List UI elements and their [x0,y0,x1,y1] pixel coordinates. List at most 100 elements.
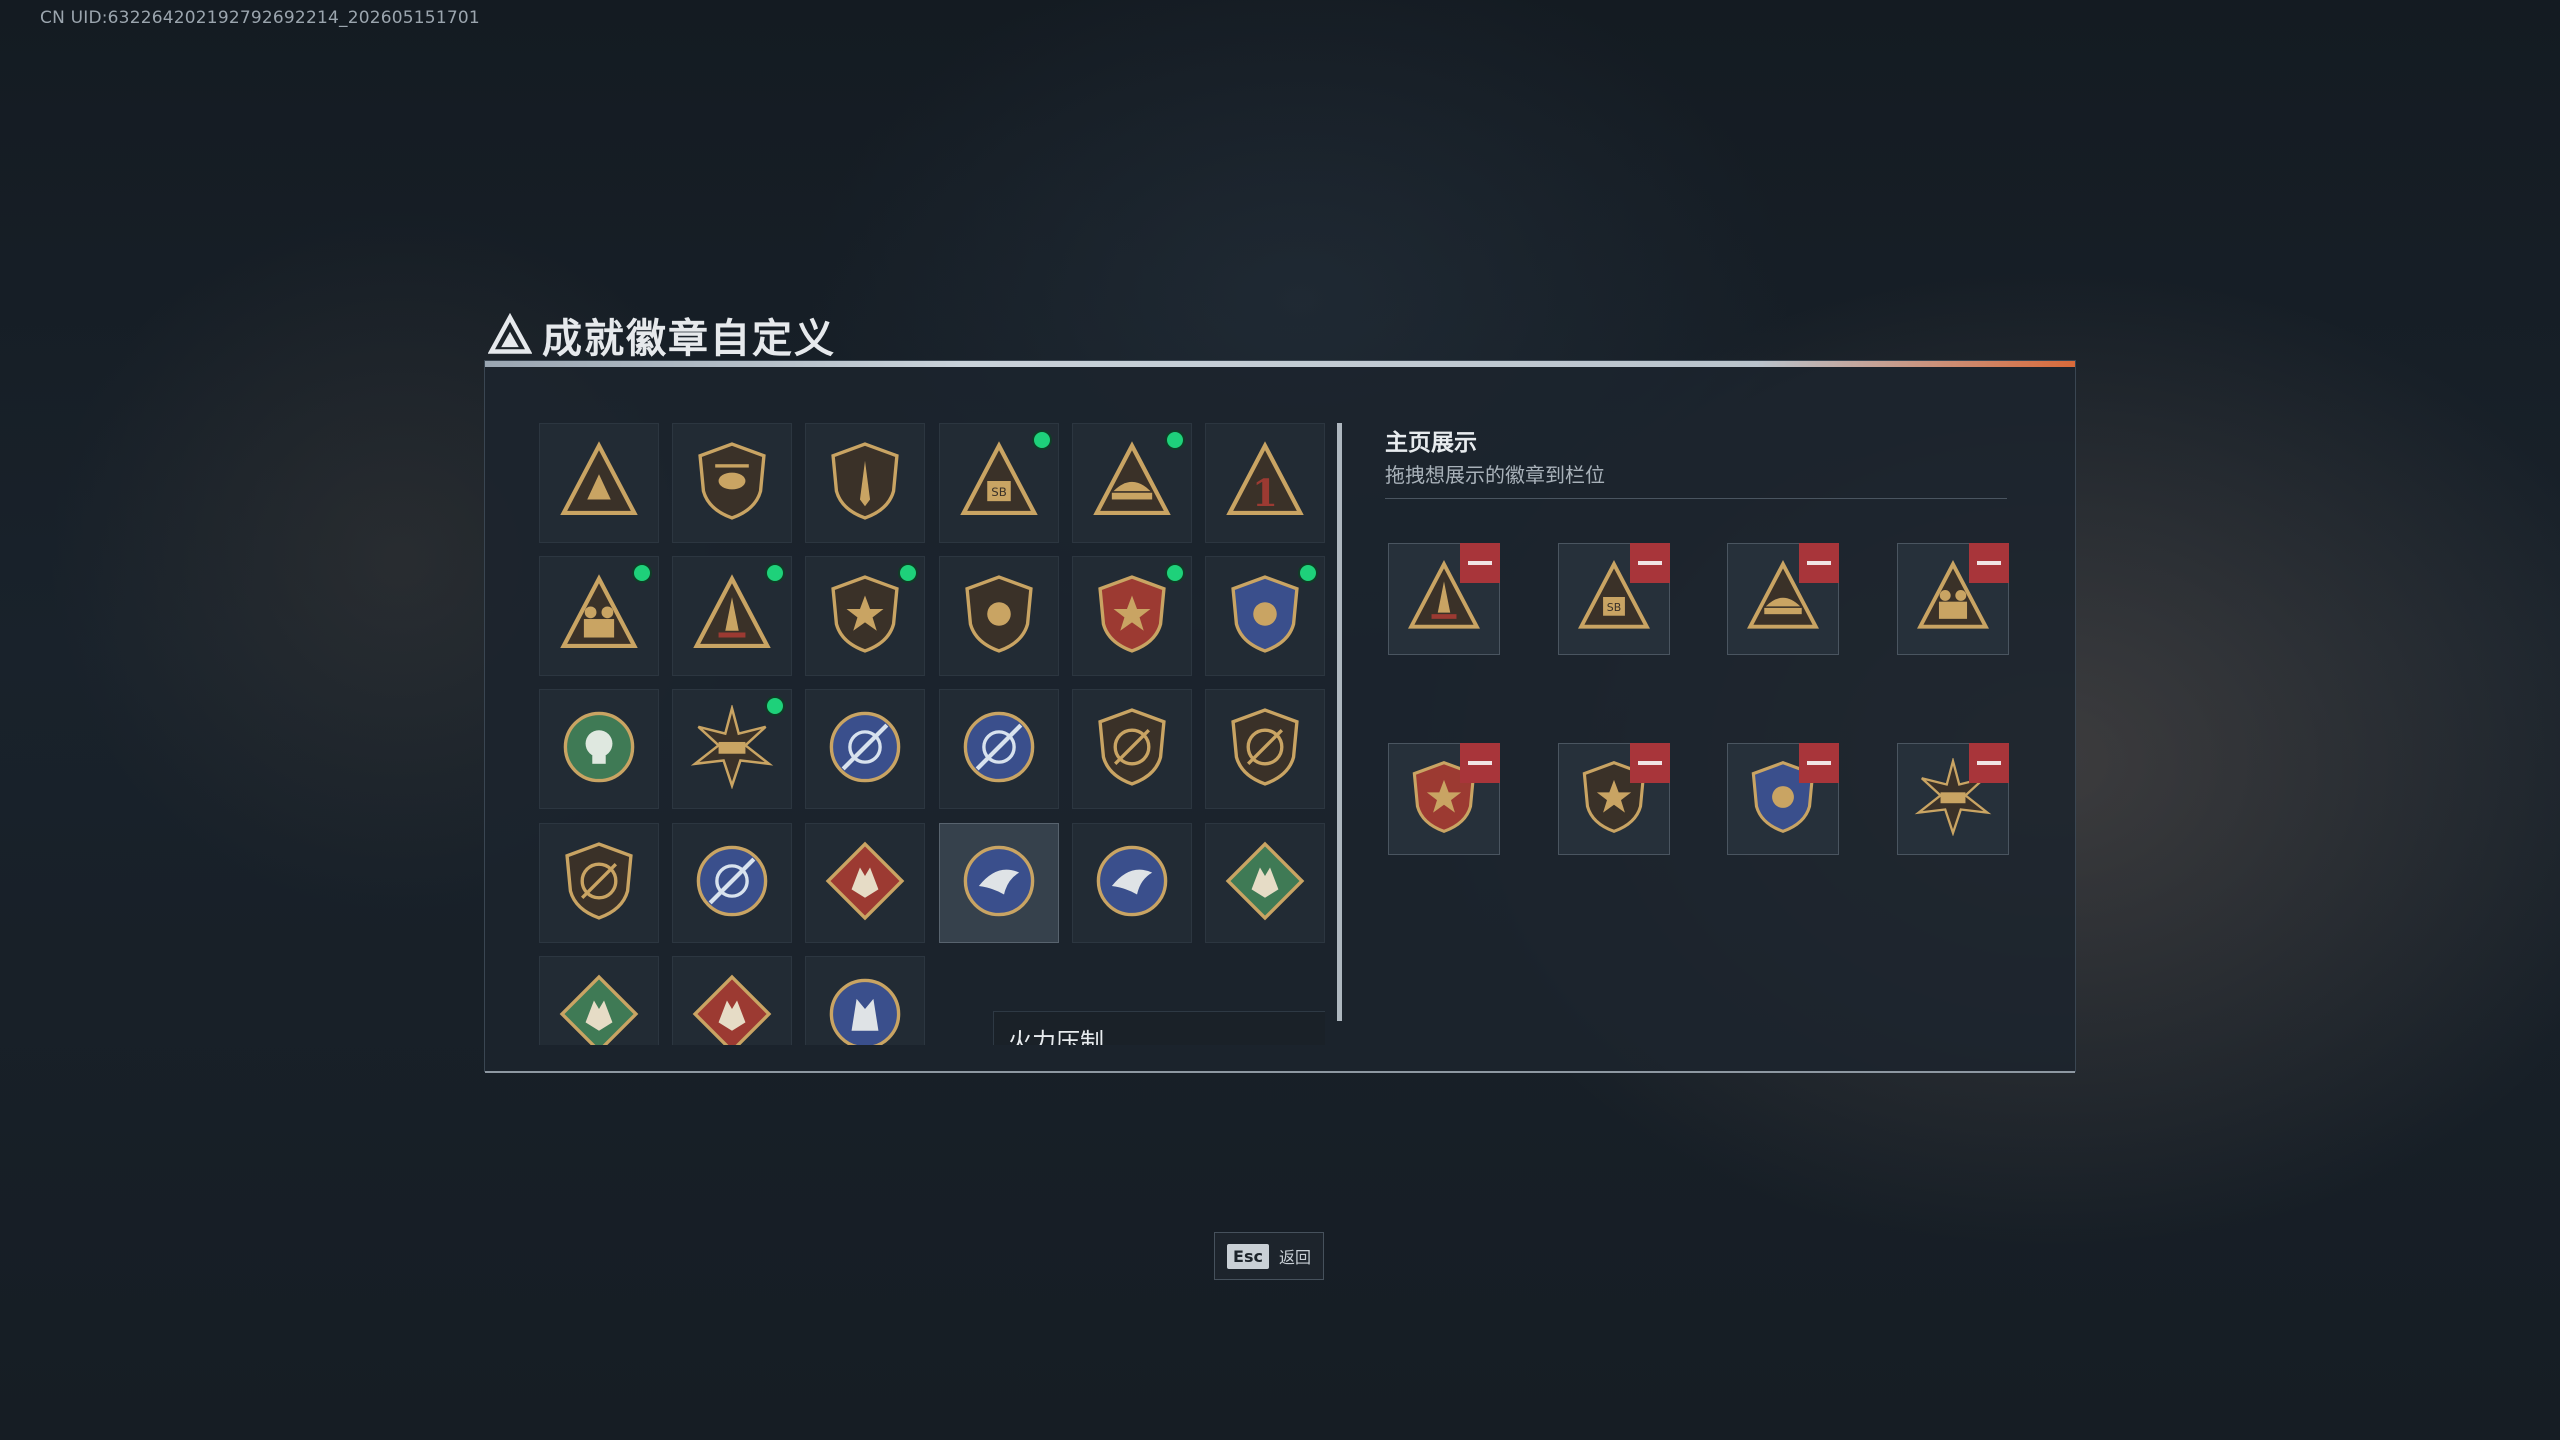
badge-cell[interactable] [539,955,659,1045]
showcase-slot[interactable] [1727,543,1839,655]
showcase-slot[interactable] [1896,743,2009,855]
badge-cell[interactable] [672,423,793,543]
badge-cell[interactable] [539,822,659,943]
soldiers-triangle-badge-icon [557,572,641,660]
svg-text:1: 1 [1252,471,1278,515]
minus-icon [1807,561,1831,565]
svg-text:SB: SB [991,485,1007,499]
blue-crosshair-badge-2-icon [957,705,1041,793]
wolf-diamond-badge-icon [823,839,907,927]
new-indicator-dot [898,563,919,584]
blue-rifle-crosshair-badge-icon [690,839,774,927]
showcase-slot[interactable] [1896,543,2009,655]
badge-cell[interactable] [1071,822,1192,943]
showcase-slot[interactable] [1388,543,1500,655]
minus-icon [1976,761,2001,765]
grid-scrollbar[interactable] [1337,423,1342,1021]
badge-cell[interactable] [539,556,659,677]
minus-icon [1807,761,1831,765]
back-button[interactable]: Esc 返回 [1214,1232,1324,1280]
rocket-triangle-badge-icon [690,572,774,660]
badge-cell[interactable] [938,689,1059,810]
uid-text: CN UID:632264202192792692214_20260515170… [40,8,480,28]
triangle-logo-icon [488,313,532,354]
showcase-title: 主页展示 [1385,430,1477,456]
badge-cell[interactable]: 1 [1205,423,1325,543]
minus-icon [1637,761,1662,765]
esc-key-hint: Esc [1227,1243,1269,1269]
number-one-triangle-badge-icon: 1 [1223,439,1307,527]
sniper-shield-badge-2-icon [1223,705,1307,793]
badge-cell[interactable] [805,689,926,810]
remove-badge-button[interactable] [1629,543,1670,583]
badge-customize-panel: SB 1 火力压制解锁时间：2026-02-03我曾经有火力不足恐惧症，现在已经治好… [484,360,2076,1073]
wings-shield-badge-icon [957,572,1041,660]
star-explosion-badge-icon [823,572,907,660]
remove-badge-button[interactable] [1968,543,2009,583]
badge-cell[interactable] [672,689,793,810]
page-title: 成就徽章自定义 [542,316,836,362]
page-header: 成就徽章自定义 [488,306,836,364]
badge-cell[interactable] [1205,689,1325,810]
red-dragon-badge-icon [690,972,774,1045]
new-indicator-dot [1164,430,1185,450]
minus-icon [1468,761,1492,765]
remove-badge-button[interactable] [1968,743,2009,783]
showcase-subtitle: 拖拽想展示的徽章到栏位 [1385,463,1605,487]
triangle-shield-badge-icon [557,439,641,527]
blue-crosshair-badge-icon [823,705,907,793]
winged-dagger-shield-badge-icon [823,439,907,527]
badge-cell[interactable] [539,423,659,543]
boat-triangle-badge-icon [1090,439,1174,527]
new-indicator-dot [632,563,652,584]
badge-cell[interactable]: SB [938,423,1059,543]
showcase-slot[interactable]: SB [1557,543,1670,655]
minus-icon [1976,561,2001,565]
eagle-circle-badge-icon [957,839,1041,927]
badge-cell[interactable] [805,822,926,943]
badge-cell[interactable] [805,955,926,1045]
new-indicator-dot [765,696,786,717]
svg-text:SB: SB [1606,601,1620,614]
badge-grid[interactable]: SB 1 火力压制解锁时间：2026-02-03我曾经有火力不足恐惧症，现在已经治好… [539,423,1325,1045]
rifle-shield-badge-icon [557,839,641,927]
remove-badge-button[interactable] [1799,743,1839,783]
helicopter-shield-badge-icon [690,439,774,527]
minus-icon [1637,561,1662,565]
badge-tooltip: 火力压制解锁时间：2026-02-03我曾经有火力不足恐惧症，现在已经治好了。 [993,1011,1325,1045]
tank-burst-badge-icon [690,703,774,793]
new-indicator-dot [1031,430,1052,450]
showcase-divider [1385,498,2007,499]
showcase-slot[interactable] [1388,743,1500,855]
new-indicator-dot [765,563,786,584]
badge-cell[interactable] [672,556,793,677]
badge-cell[interactable] [1071,689,1192,810]
minus-icon [1468,561,1492,565]
remove-badge-button[interactable] [1629,743,1670,783]
badge-cell[interactable] [1205,556,1325,677]
badge-cell[interactable] [672,822,793,943]
sb-triangle-badge-icon: SB [957,439,1041,527]
showcase-slot[interactable] [1727,743,1839,855]
red-star-shield-badge-icon [1090,572,1174,660]
green-bird-badge-icon [1223,839,1307,927]
green-skull-badge-icon [557,705,641,793]
badge-cell[interactable] [938,822,1059,943]
badge-cell[interactable] [539,689,659,810]
wolf-circle-badge-icon [823,972,907,1045]
badge-cell[interactable] [1071,556,1192,677]
badge-cell[interactable] [672,955,793,1045]
remove-badge-button[interactable] [1460,743,1500,783]
badge-cell[interactable] [805,423,926,543]
panel-top-bar [485,361,2075,367]
badge-cell[interactable] [938,556,1059,677]
new-indicator-dot [1164,563,1185,584]
remove-badge-button[interactable] [1460,543,1500,583]
panel-bottom-line [485,1071,2075,1073]
badge-cell[interactable] [805,556,926,677]
badge-cell[interactable] [1205,822,1325,943]
eagle-circle-badge-2-icon [1090,839,1174,927]
remove-badge-button[interactable] [1799,543,1839,583]
showcase-slot[interactable] [1557,743,1670,855]
badge-cell[interactable] [1071,423,1192,543]
